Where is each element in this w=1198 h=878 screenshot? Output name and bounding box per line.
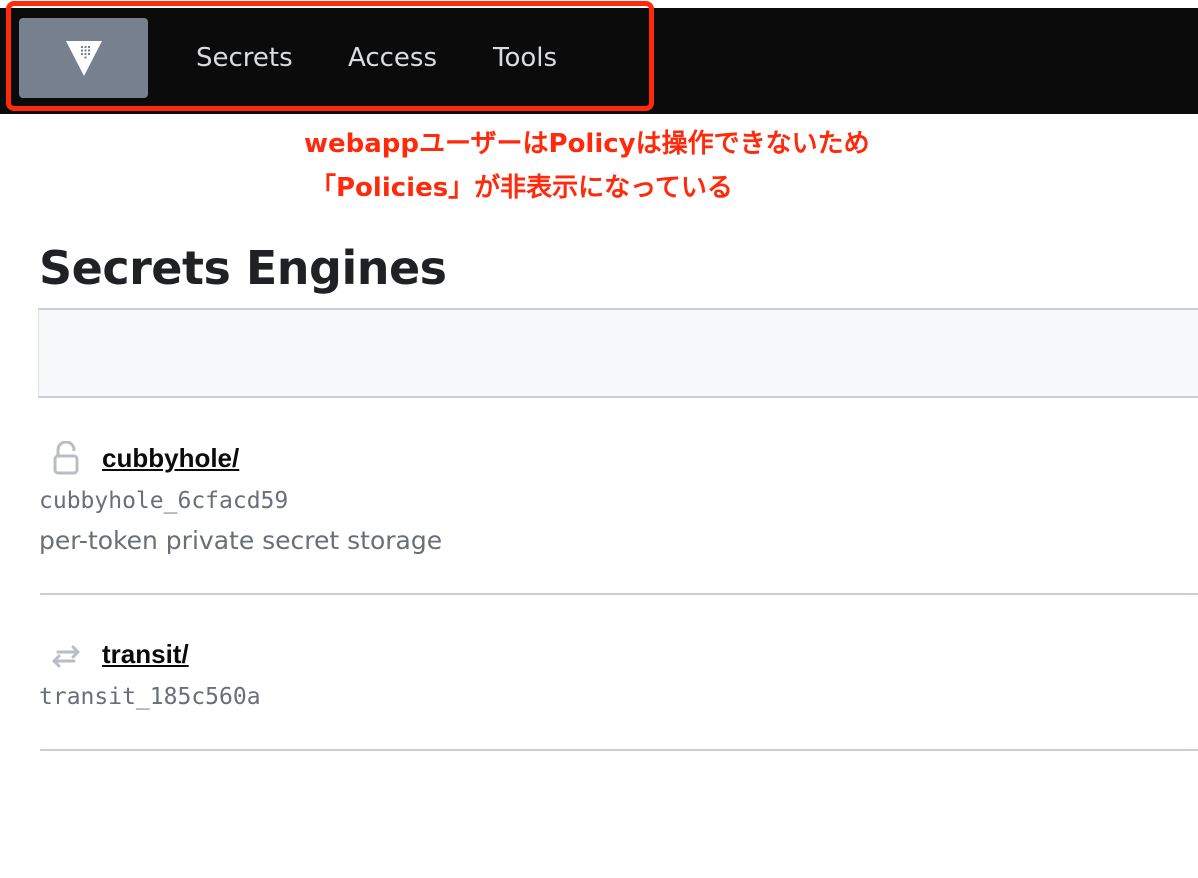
annotation-line-2: 「Policies」が非表示になっている xyxy=(310,173,733,203)
engine-link-transit[interactable]: transit/ xyxy=(102,637,189,671)
engine-link-cubbyhole[interactable]: cubbyhole/ xyxy=(102,441,239,475)
page-title: Secrets Engines xyxy=(39,241,447,295)
engine-accessor: cubbyhole_6cfacd59 xyxy=(39,488,289,514)
transit-arrows-icon xyxy=(52,645,80,668)
unlocked-padlock-icon xyxy=(53,441,79,475)
annotation-line-1: webappユーザーはPolicyは操作できないため xyxy=(304,129,870,159)
engine-accessor: transit_185c560a xyxy=(39,684,261,710)
annotation-highlight-box xyxy=(6,1,654,111)
vault-ui-page: Secrets Access Tools webappユーザーはPolicyは操… xyxy=(0,0,1198,878)
row-divider xyxy=(40,593,1198,595)
engine-description: per-token private secret storage xyxy=(39,526,443,555)
row-divider xyxy=(40,749,1198,751)
secrets-toolbar xyxy=(38,308,1198,398)
